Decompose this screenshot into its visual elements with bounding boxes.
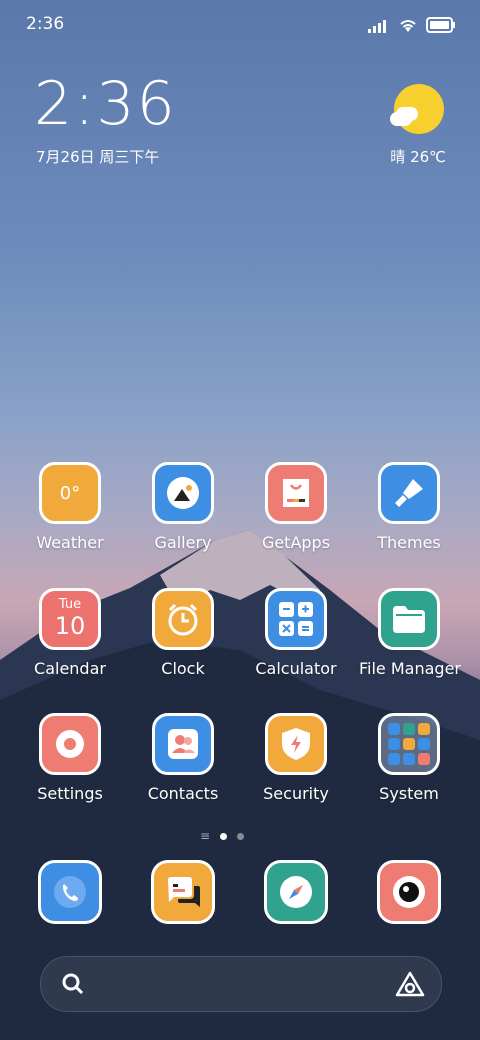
status-time: 2:36: [26, 14, 65, 34]
app-contacts[interactable]: Contacts: [133, 713, 233, 813]
app-clock[interactable]: Clock: [133, 588, 233, 688]
calendar-date: 10: [54, 612, 86, 640]
page-dot-active: [220, 832, 228, 840]
folder-icon: [378, 588, 440, 650]
app-label: Security: [263, 784, 329, 803]
weather-icon: 0°: [39, 462, 101, 524]
settings-icon: [39, 713, 101, 775]
app-calendar[interactable]: Tue 10 Calendar: [20, 588, 120, 688]
app-label: Gallery: [154, 533, 212, 552]
themes-icon: [378, 462, 440, 524]
app-security[interactable]: Security: [246, 713, 346, 813]
battery-icon: [426, 17, 456, 38]
weather-widget[interactable]: 晴 26℃: [384, 82, 446, 172]
contacts-icon: [152, 713, 214, 775]
status-bar: 2:36: [26, 14, 456, 38]
app-gallery[interactable]: Gallery: [133, 462, 233, 562]
app-themes[interactable]: Themes: [359, 462, 459, 562]
security-icon: [265, 713, 327, 775]
calculator-icon: [265, 588, 327, 650]
dock-phone[interactable]: [20, 860, 120, 960]
messages-icon: [151, 860, 215, 924]
app-label: GetApps: [261, 533, 331, 552]
app-label: File Manager: [359, 659, 461, 678]
wifi-icon: [398, 17, 418, 38]
app-label: Contacts: [147, 784, 219, 803]
app-label: Weather: [36, 533, 104, 552]
getapps-icon: [265, 462, 327, 524]
search-bar[interactable]: [40, 956, 442, 1012]
weather-text: 晴 26℃: [390, 148, 446, 166]
lockscreen-time: 2:36: [34, 69, 177, 139]
calendar-icon: Tue 10: [39, 588, 101, 650]
app-label: Settings: [37, 784, 103, 803]
app-label: Themes: [377, 533, 441, 552]
app-label: System: [379, 784, 439, 803]
camera-icon: [377, 860, 441, 924]
search-icon[interactable]: [61, 972, 85, 1000]
sun-icon: [394, 84, 444, 134]
app-label: Calculator: [255, 659, 337, 678]
page-dot: [237, 832, 245, 840]
app-label: Calendar: [34, 659, 106, 678]
dock-browser[interactable]: [246, 860, 346, 960]
phone-icon: [38, 860, 102, 924]
app-file-manager[interactable]: File Manager: [359, 588, 461, 688]
assistant-icon[interactable]: [395, 970, 425, 1002]
app-label: Clock: [161, 659, 205, 678]
app-calculator[interactable]: Calculator: [246, 588, 346, 688]
page-indicator[interactable]: ≡: [200, 829, 245, 843]
browser-icon: [264, 860, 328, 924]
menu-lines-icon: ≡: [200, 829, 211, 843]
dock-camera[interactable]: [359, 860, 459, 960]
app-getapps[interactable]: GetApps: [246, 462, 346, 562]
folder-system-icon: [378, 713, 440, 775]
clock-icon: [152, 588, 214, 650]
app-folder-system[interactable]: System: [359, 713, 459, 813]
cloud-icon: [390, 112, 412, 126]
app-settings[interactable]: Settings: [20, 713, 120, 813]
calendar-day: Tue: [58, 597, 82, 612]
lockscreen-date: 7月26日 周三下午: [36, 148, 160, 166]
weather-temp: 0°: [59, 482, 81, 504]
dock-messages[interactable]: [133, 860, 233, 960]
app-weather[interactable]: 0° Weather: [20, 462, 120, 562]
signal-icon: [368, 18, 390, 38]
gallery-icon: [152, 462, 214, 524]
